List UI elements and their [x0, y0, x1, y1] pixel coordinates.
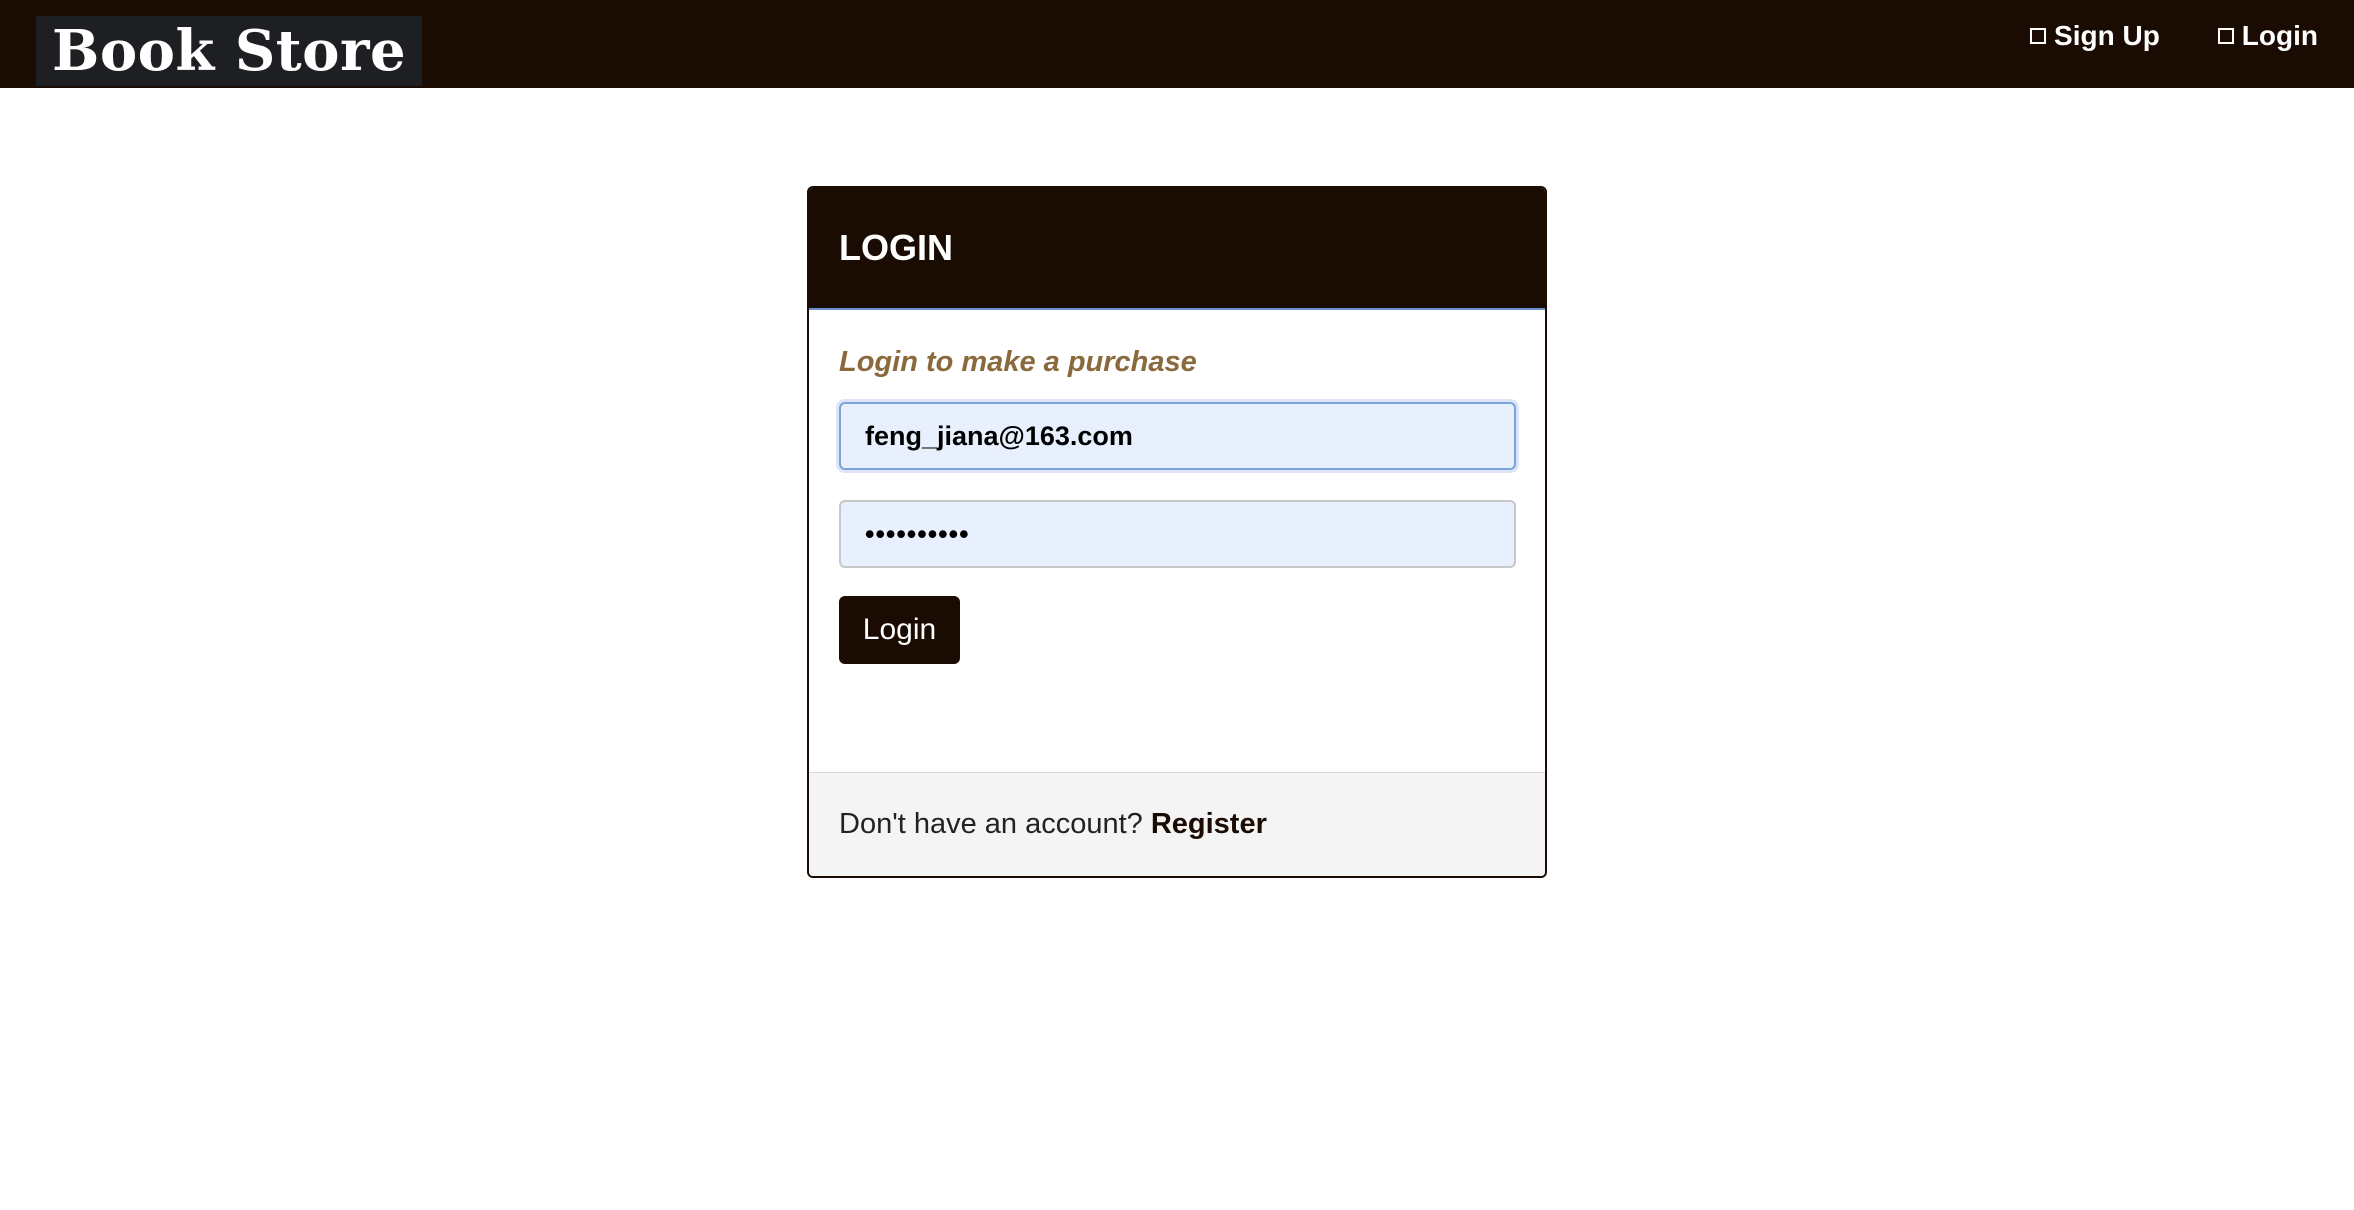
login-card: LOGIN Login to make a purchase Login Don…: [807, 186, 1547, 878]
nav-login-label: Login: [2241, 20, 2318, 51]
no-account-text: Don't have an account?: [839, 808, 1143, 840]
login-card-title: LOGIN: [839, 227, 953, 268]
login-card-footer: Don't have an account? Register: [809, 772, 1545, 876]
login-icon: [2217, 28, 2234, 44]
brand-logo[interactable]: Book Store: [36, 16, 423, 86]
top-navbar: Book Store Sign Up Login: [0, 0, 2354, 88]
nav-links: Sign Up Login: [2030, 20, 2318, 52]
nav-login-link[interactable]: Login: [2217, 20, 2318, 52]
login-card-header: LOGIN: [809, 188, 1545, 310]
register-link[interactable]: Register: [1151, 808, 1267, 841]
email-field[interactable]: [839, 402, 1516, 470]
signup-icon: [2030, 28, 2047, 44]
login-button[interactable]: Login: [839, 596, 960, 664]
nav-signup-label: Sign Up: [2054, 20, 2160, 51]
login-subtitle: Login to make a purchase: [839, 346, 1197, 378]
password-field[interactable]: [839, 500, 1516, 568]
login-card-body: Login to make a purchase Login: [809, 310, 1545, 742]
nav-signup-link[interactable]: Sign Up: [2030, 20, 2160, 52]
